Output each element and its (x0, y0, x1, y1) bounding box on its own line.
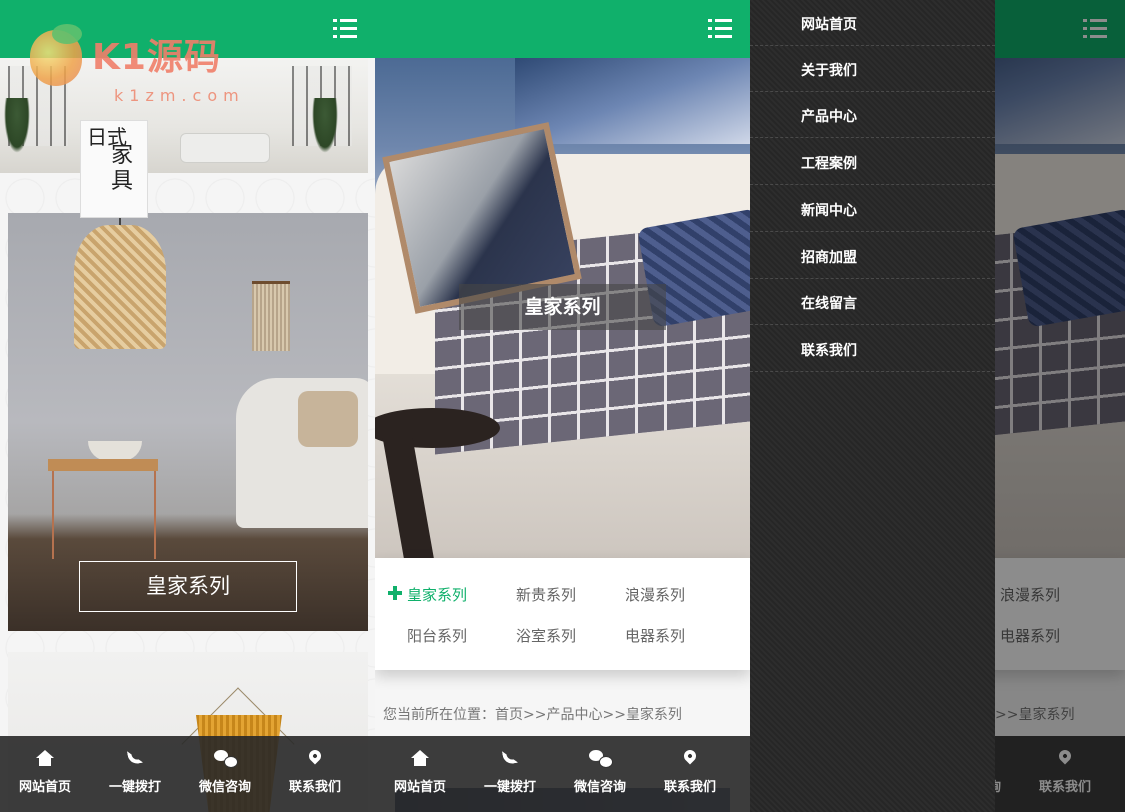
breadcrumb-current[interactable]: 皇家系列 (626, 707, 682, 723)
category-banner-title: 皇家系列 (459, 284, 666, 330)
screen-home: K1源码 k1zm.com 日式 家具 皇家系列 网站首页 一键拨打 微信咨询 … (0, 0, 375, 812)
breadcrumb-products[interactable]: 产品中心 (546, 707, 602, 723)
bottom-nav-home[interactable]: 网站首页 (375, 736, 465, 812)
home-icon (411, 750, 429, 766)
category-tab-romance[interactable]: 浪漫系列 (625, 584, 685, 605)
drawer-item-about[interactable]: 关于我们 (750, 46, 995, 92)
product-card-label: 皇家系列 (79, 561, 297, 612)
map-pin-icon (306, 747, 324, 765)
category-tabs: 皇家系列 新贵系列 浪漫系列 阳台系列 浴室系列 电器系列 (375, 558, 750, 670)
side-drawer-menu: 网站首页 关于我们 产品中心 工程案例 新闻中心 招商加盟 在线留言 联系我们 (750, 0, 995, 812)
screen-product-list: 皇家系列 皇家系列 新贵系列 浪漫系列 阳台系列 浴室系列 电器系列 您当前所在… (375, 0, 750, 812)
menu-icon[interactable] (708, 19, 732, 39)
bottom-nav-contact[interactable]: 联系我们 (645, 736, 735, 812)
category-tab-appliance[interactable]: 电器系列 (625, 625, 685, 646)
watermark-logo: K1源码 k1zm.com (30, 24, 260, 112)
drawer-item-news[interactable]: 新闻中心 (750, 186, 995, 232)
phone-icon (126, 748, 144, 766)
drawer-item-home[interactable]: 网站首页 (750, 0, 995, 46)
bottom-nav-contact[interactable]: 联系我们 (270, 736, 360, 812)
drawer-item-cases[interactable]: 工程案例 (750, 139, 995, 185)
phone-icon (501, 748, 519, 766)
banner-poster: 日式 家具 (80, 120, 148, 218)
wechat-icon (589, 750, 613, 768)
category-banner: 皇家系列 (375, 58, 750, 558)
bottom-nav-home[interactable]: 网站首页 (0, 736, 90, 812)
top-header (375, 0, 750, 58)
drawer-item-franchise[interactable]: 招商加盟 (750, 233, 995, 279)
poster-line2: 家具 (111, 143, 134, 194)
drawer-item-contact[interactable]: 联系我们 (750, 326, 995, 372)
map-pin-icon (681, 747, 699, 765)
home-icon (36, 750, 54, 766)
plus-icon (388, 586, 402, 600)
bottom-nav-call[interactable]: 一键拨打 (90, 736, 180, 812)
bottom-nav-wechat[interactable]: 微信咨询 (180, 736, 270, 812)
bottom-nav-wechat[interactable]: 微信咨询 (555, 736, 645, 812)
category-tab-balcony[interactable]: 阳台系列 (407, 625, 467, 646)
breadcrumb-home[interactable]: 首页 (495, 707, 523, 723)
menu-icon[interactable] (333, 19, 357, 39)
category-tab-bathroom[interactable]: 浴室系列 (516, 625, 576, 646)
drawer-item-message[interactable]: 在线留言 (750, 279, 995, 325)
product-card[interactable]: 皇家系列 (8, 213, 368, 631)
screen-menu-open: 浪漫系列 电器系列 >>皇家系列 网站首页 一键拨打 微信咨询 联系我们 网站首… (750, 0, 1125, 812)
drawer-overlay[interactable] (995, 0, 1125, 812)
category-tab-noble[interactable]: 新贵系列 (516, 584, 576, 605)
bottom-nav: 网站首页 一键拨打 微信咨询 联系我们 (375, 736, 750, 812)
breadcrumb: 您当前所在位置：首页>>产品中心>>皇家系列 (383, 707, 682, 723)
drawer-item-products[interactable]: 产品中心 (750, 92, 995, 138)
category-tab-royal[interactable]: 皇家系列 (407, 584, 467, 605)
bottom-nav: 网站首页 一键拨打 微信咨询 联系我们 (0, 736, 375, 812)
bottom-nav-call[interactable]: 一键拨打 (465, 736, 555, 812)
wechat-icon (214, 750, 238, 768)
